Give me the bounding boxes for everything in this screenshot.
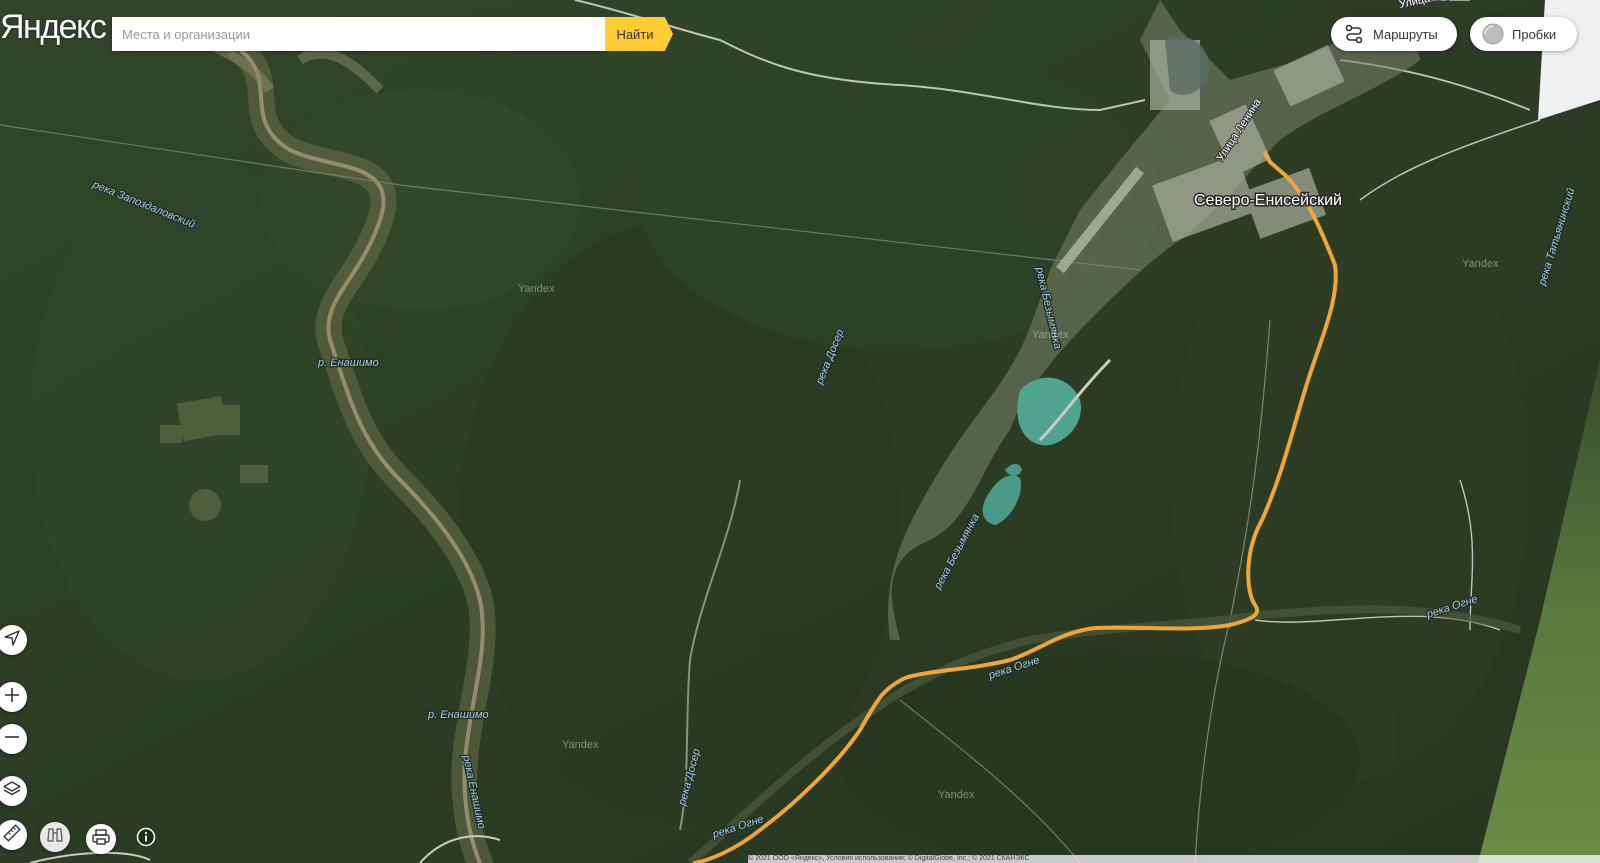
plus-icon: [4, 687, 20, 708]
copyright-bar[interactable]: © 2021 ООО «Яндекс», Условия использован…: [748, 855, 1600, 863]
watermark-1: Yandex: [518, 283, 555, 295]
watermark-5: Yandex: [938, 789, 975, 801]
ruler-icon: [3, 823, 21, 847]
river-label-enashimo-1: р. Енашимо: [317, 357, 379, 369]
layers-icon: [3, 780, 21, 803]
info-button[interactable]: [134, 827, 158, 851]
info-icon: [136, 827, 156, 852]
minus-icon: [4, 729, 20, 750]
navigation-arrow-icon: [4, 629, 20, 651]
watermark-2: Yandex: [1032, 329, 1069, 341]
satellite-map[interactable]: Северо-Енисейский Улица Ленина Улица Кар…: [0, 0, 1600, 863]
search-box: [112, 17, 605, 51]
route-icon: [1343, 23, 1365, 45]
binoculars-icon: [46, 826, 64, 849]
panorama-button[interactable]: [40, 822, 70, 852]
routes-button[interactable]: Маршруты: [1331, 17, 1457, 51]
print-button[interactable]: [86, 824, 116, 854]
watermark-4: Yandex: [562, 739, 599, 751]
town-label[interactable]: Северо-Енисейский: [1193, 191, 1344, 211]
traffic-icon: [1482, 23, 1504, 45]
search-button[interactable]: Найти: [605, 17, 673, 51]
routes-label: Маршруты: [1373, 26, 1438, 42]
printer-icon: [92, 828, 110, 851]
traffic-button[interactable]: Пробки: [1470, 17, 1577, 51]
watermark-3: Yandex: [1462, 258, 1499, 270]
yandex-logo[interactable]: Яндекс: [0, 10, 107, 44]
traffic-label: Пробки: [1512, 26, 1557, 42]
river-label-enashimo-2: р. Енашимо: [427, 709, 489, 721]
search-input[interactable]: [112, 17, 605, 51]
